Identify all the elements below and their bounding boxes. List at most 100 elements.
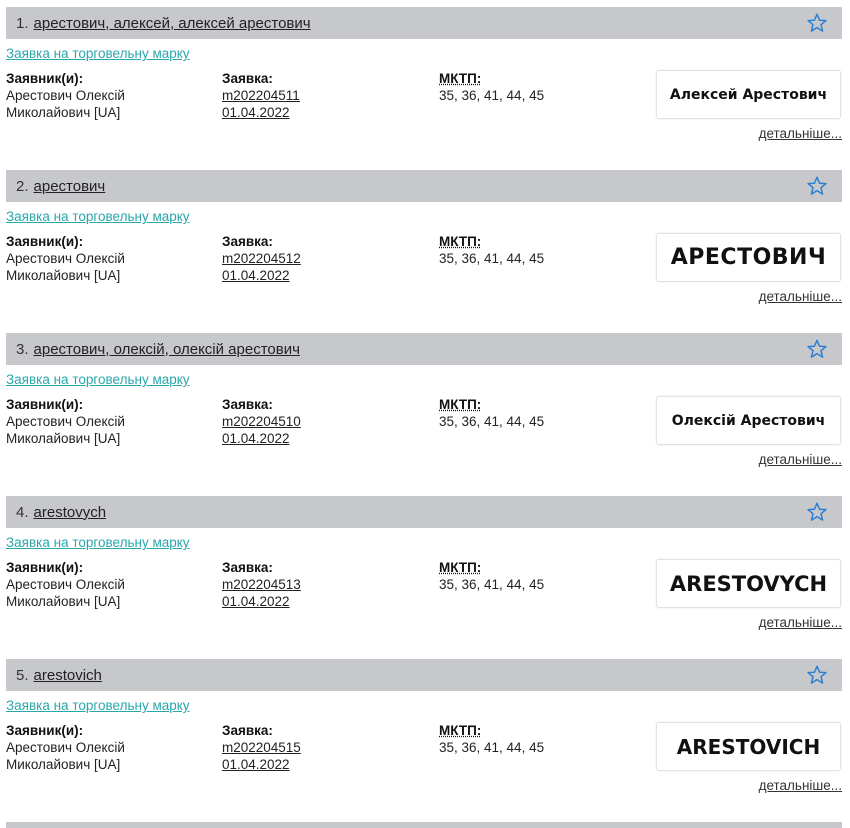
mktp-label: МКТП: [439, 397, 482, 412]
applicant-label: Заявник(и): [6, 560, 84, 575]
details-link[interactable]: детальніше... [759, 615, 842, 630]
application-date-link[interactable]: 01.04.2022 [222, 267, 422, 284]
result-header: 5. arestovich [6, 659, 842, 691]
trademark-image[interactable]: Олексій Арестович [656, 396, 841, 445]
mktp-classes: 35, 36, 41, 44, 45 [439, 251, 545, 266]
result-number: 5. [16, 666, 29, 684]
star-outline-icon[interactable] [806, 175, 828, 197]
details-link[interactable]: детальніше... [759, 289, 842, 304]
applicant-name-line2: Миколайович [UA] [6, 594, 121, 609]
details-link[interactable]: детальніше... [759, 778, 842, 793]
application-date-link[interactable]: 01.04.2022 [222, 430, 422, 447]
result-item-3: 3. арестович, олексій, олексій арестович… [0, 326, 850, 489]
star-outline-icon[interactable] [806, 501, 828, 523]
mktp-classes: 35, 36, 41, 44, 45 [439, 414, 545, 429]
details-link[interactable]: детальніше... [759, 452, 842, 467]
applicant-name-line1: Арестович Олексій [6, 740, 125, 755]
application-label: Заявка: [222, 723, 273, 738]
application-label: Заявка: [222, 71, 273, 86]
application-type-link[interactable]: Заявка на торговельну марку [6, 209, 190, 224]
applicant-name-line2: Миколайович [UA] [6, 757, 121, 772]
trademark-text: ARESTOVICH [676, 734, 821, 759]
applicant-label: Заявник(и): [6, 71, 84, 86]
mktp-classes: 35, 36, 41, 44, 45 [439, 577, 545, 592]
trademark-text: ARESTOVYCH [669, 571, 828, 596]
applicant-label: Заявник(и): [6, 234, 84, 249]
application-date-link[interactable]: 01.04.2022 [222, 104, 422, 121]
application-date-link[interactable]: 01.04.2022 [222, 756, 422, 773]
mktp-label: МКТП: [439, 560, 482, 575]
result-title-link[interactable]: арестович [34, 178, 106, 195]
result-number: 4. [16, 503, 29, 521]
application-label: Заявка: [222, 560, 273, 575]
mktp-column: МКТП: 35, 36, 41, 44, 45 [439, 722, 639, 756]
application-type-link[interactable]: Заявка на торговельну марку [6, 698, 190, 713]
result-header: 1. арестович, алексей, алексей арестович [6, 7, 842, 39]
result-header: 4. arestovych [6, 496, 842, 528]
result-item-5: 5. arestovich Заявка на торговельну марк… [0, 652, 850, 815]
mktp-column: МКТП: 35, 36, 41, 44, 45 [439, 396, 639, 430]
trademark-text: АРЕСТОВИЧ [670, 245, 827, 270]
trademark-image[interactable]: ARESTOVICH [656, 722, 841, 771]
applicant-name-line2: Миколайович [UA] [6, 105, 121, 120]
application-type-link[interactable]: Заявка на торговельну марку [6, 535, 190, 550]
result-title-link[interactable]: арестович, алексей, алексей арестович [34, 15, 311, 32]
applicant-name-line1: Арестович Олексій [6, 251, 125, 266]
result-item-4: 4. arestovych Заявка на торговельну марк… [0, 489, 850, 652]
result-number: 1. [16, 14, 29, 32]
mktp-classes: 35, 36, 41, 44, 45 [439, 88, 545, 103]
mktp-label: МКТП: [439, 234, 482, 249]
star-outline-icon[interactable] [806, 664, 828, 686]
trademark-image[interactable]: АРЕСТОВИЧ [656, 233, 841, 282]
application-column: Заявка: m202204513 01.04.2022 [222, 559, 422, 610]
application-number-link[interactable]: m202204510 [222, 413, 422, 430]
application-column: Заявка: m202204510 01.04.2022 [222, 396, 422, 447]
applicant-name-line2: Миколайович [UA] [6, 268, 121, 283]
mktp-column: МКТП: 35, 36, 41, 44, 45 [439, 233, 639, 267]
result-item-2: 2. арестович Заявка на торговельну марку… [0, 163, 850, 326]
results-list: 1. арестович, алексей, алексей арестович… [0, 0, 850, 815]
result-title-link[interactable]: arestovych [34, 504, 107, 521]
star-outline-icon[interactable] [806, 338, 828, 360]
trademark-text: Олексій Арестович [671, 412, 826, 429]
mktp-classes: 35, 36, 41, 44, 45 [439, 740, 545, 755]
mktp-label: МКТП: [439, 71, 482, 86]
result-header: 2. арестович [6, 170, 842, 202]
mktp-column: МКТП: 35, 36, 41, 44, 45 [439, 559, 639, 593]
applicant-name-line1: Арестович Олексій [6, 414, 125, 429]
application-column: Заявка: m202204512 01.04.2022 [222, 233, 422, 284]
application-type-link[interactable]: Заявка на торговельну марку [6, 46, 190, 61]
application-number-link[interactable]: m202204515 [222, 739, 422, 756]
trademark-image[interactable]: ARESTOVYCH [656, 559, 841, 608]
mktp-label: МКТП: [439, 723, 482, 738]
applicant-name-line1: Арестович Олексій [6, 577, 125, 592]
applicant-column: Заявник(и): Арестович Олексій Миколайови… [6, 396, 206, 447]
application-number-link[interactable]: m202204511 [222, 87, 422, 104]
applicant-label: Заявник(и): [6, 723, 84, 738]
application-label: Заявка: [222, 397, 273, 412]
applicant-name-line2: Миколайович [UA] [6, 431, 121, 446]
application-number-link[interactable]: m202204512 [222, 250, 422, 267]
result-header: 3. арестович, олексій, олексій арестович [6, 333, 842, 365]
applicant-column: Заявник(и): Арестович Олексій Миколайови… [6, 233, 206, 284]
application-type-link[interactable]: Заявка на торговельну марку [6, 372, 190, 387]
star-outline-icon[interactable] [806, 12, 828, 34]
result-number: 3. [16, 340, 29, 358]
applicant-column: Заявник(и): Арестович Олексій Миколайови… [6, 722, 206, 773]
application-number-link[interactable]: m202204513 [222, 576, 422, 593]
applicant-column: Заявник(и): Арестович Олексій Миколайови… [6, 559, 206, 610]
applicant-column: Заявник(и): Арестович Олексій Миколайови… [6, 70, 206, 121]
result-title-link[interactable]: arestovich [34, 667, 102, 684]
trademark-text: Алексей Арестович [669, 86, 828, 103]
mktp-column: МКТП: 35, 36, 41, 44, 45 [439, 70, 639, 104]
application-date-link[interactable]: 01.04.2022 [222, 593, 422, 610]
next-result-header-edge [6, 822, 842, 828]
applicant-name-line1: Арестович Олексій [6, 88, 125, 103]
result-item-1: 1. арестович, алексей, алексей арестович… [0, 0, 850, 163]
trademark-image[interactable]: Алексей Арестович [656, 70, 841, 119]
result-title-link[interactable]: арестович, олексій, олексій арестович [34, 341, 300, 358]
details-link[interactable]: детальніше... [759, 126, 842, 141]
application-label: Заявка: [222, 234, 273, 249]
result-number: 2. [16, 177, 29, 195]
application-column: Заявка: m202204511 01.04.2022 [222, 70, 422, 121]
